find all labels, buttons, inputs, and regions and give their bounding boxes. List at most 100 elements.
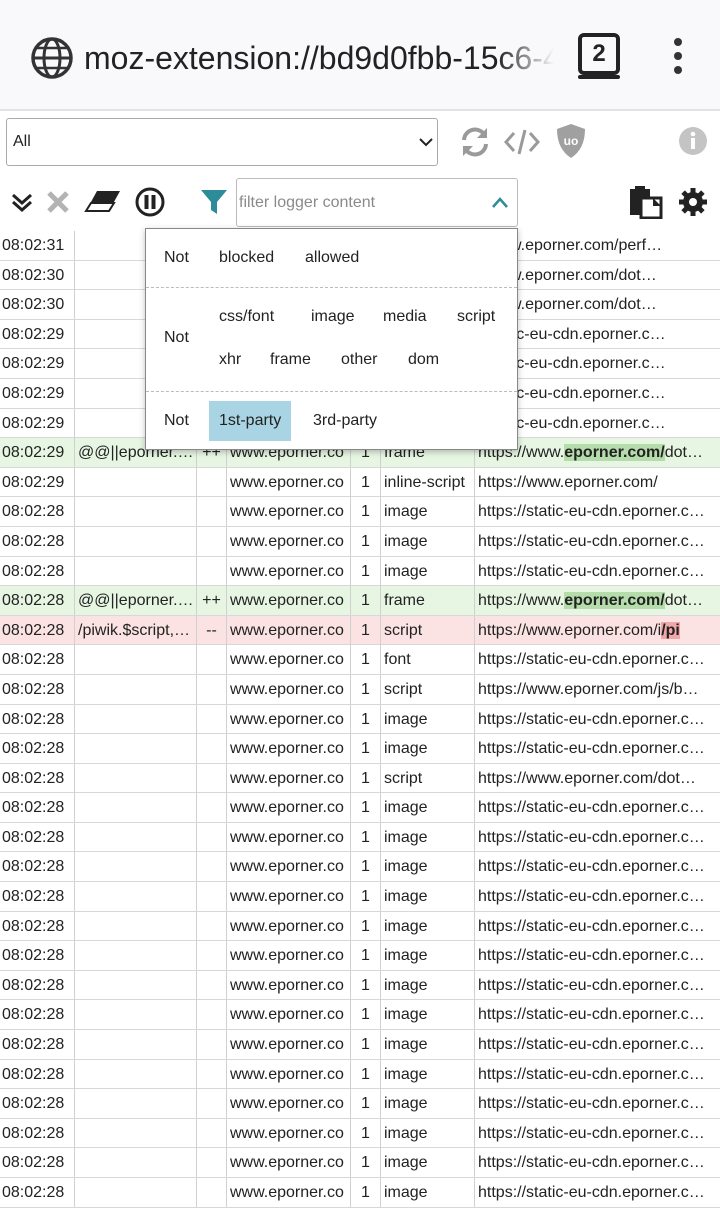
logger-top-bar: All uo — [0, 111, 720, 173]
table-row[interactable]: 08:02:28/piwik.$script,… -- www.eporner.co… — [0, 615, 720, 646]
filter-option-dom[interactable]: dom — [398, 340, 449, 380]
filter-option-css-font[interactable]: css/font — [209, 297, 284, 337]
cell-type: image — [380, 1178, 474, 1207]
clipboard-copy-icon[interactable] — [628, 185, 664, 219]
table-row[interactable]: 08:02:28 www.eporner.co 1 script https://www… — [0, 763, 720, 794]
not-toggle-type[interactable]: Not — [154, 318, 199, 358]
not-toggle-status[interactable]: Not — [154, 238, 199, 278]
filter-option-other[interactable]: other — [331, 340, 387, 380]
cell-party: 1 — [350, 882, 380, 912]
not-toggle-party[interactable]: Not — [154, 401, 199, 441]
cell-filter — [74, 1148, 196, 1178]
cell-party: 1 — [350, 615, 380, 645]
filter-option-script[interactable]: script — [447, 297, 505, 337]
filter-option-3rd-party[interactable]: 3rd-party — [303, 401, 387, 441]
address-bar[interactable]: moz-extension://bd9d0fbb-15c6-4 — [84, 37, 554, 79]
cell-party: 1 — [350, 1089, 380, 1119]
filter-logger-input[interactable] — [237, 179, 477, 226]
eraser-icon[interactable] — [84, 189, 122, 215]
table-row[interactable]: 08:02:28 www.eporner.co 1 image https://stat… — [0, 822, 720, 853]
cell-type: inline-script — [380, 467, 474, 497]
cell-result — [196, 526, 226, 556]
cell-result — [196, 1118, 226, 1148]
table-row[interactable]: 08:02:28 www.eporner.co 1 image https://stat… — [0, 734, 720, 764]
cell-result — [196, 704, 226, 734]
table-row[interactable]: 08:02:28 www.eporner.co 1 image https://stat… — [0, 497, 720, 527]
table-row[interactable]: 08:02:28 www.eporner.co 1 image https://stat… — [0, 1178, 720, 1208]
table-row[interactable]: 08:02:28 www.eporner.co 1 image https://stat… — [0, 1148, 720, 1178]
cell-party: 1 — [350, 645, 380, 675]
filter-funnel-icon[interactable] — [199, 187, 229, 217]
table-row[interactable]: 08:02:28 www.eporner.co 1 font https://stati… — [0, 645, 720, 675]
table-row[interactable]: 08:02:28 www.eporner.co 1 image https://stat… — [0, 556, 720, 587]
cell-time: 08:02:28 — [2, 651, 65, 669]
table-row[interactable]: 08:02:28 @@||eporner.… ++ www.eporner.co 1 fr… — [0, 586, 720, 616]
cell-context: www.eporner.co — [226, 1118, 350, 1148]
cell-result — [196, 1148, 226, 1178]
cell-url: https://static-eu-cdn.eporner.c… — [474, 970, 720, 1000]
filter-option-allowed[interactable]: allowed — [295, 238, 369, 278]
cell-time: 08:02:28 — [2, 888, 65, 906]
cell-time: 08:02:28 — [2, 799, 65, 817]
pause-icon[interactable] — [135, 187, 165, 217]
cell-url: https://static-eu-cdn.eporner.c… — [474, 911, 720, 941]
filter-option-xhr[interactable]: xhr — [209, 340, 251, 380]
filter-option-image[interactable]: image — [301, 297, 365, 337]
table-row[interactable]: 08:02:28 www.eporner.co 1 image https://stat… — [0, 882, 720, 912]
cell-type: script — [380, 763, 474, 793]
table-row[interactable]: 08:02:28 www.eporner.co 1 image https://stat… — [0, 1000, 720, 1031]
cell-context: www.eporner.co — [226, 852, 350, 882]
cell-result: ++ — [196, 586, 226, 616]
cell-context: www.eporner.co — [226, 586, 350, 616]
double-chevron-down-icon[interactable] — [10, 190, 34, 214]
tab-selector[interactable]: All — [6, 118, 438, 166]
cell-url: https://static-eu-cdn.eporner.c… — [474, 734, 720, 764]
table-row[interactable]: 08:02:29 www.eporner.co 1 inline-script http… — [0, 467, 720, 498]
url-prefix: https://www.eporner.com/i — [478, 621, 662, 639]
cell-filter — [74, 1178, 196, 1207]
reload-icon[interactable] — [458, 126, 492, 158]
cell-type: image — [380, 793, 474, 823]
chevron-up-icon[interactable] — [491, 194, 509, 212]
table-row[interactable]: 08:02:28 www.eporner.co 1 image https://stat… — [0, 526, 720, 557]
table-row[interactable]: 08:02:28 www.eporner.co 1 image https://stat… — [0, 970, 720, 1001]
table-row[interactable]: 08:02:28 www.eporner.co 1 image https://stat… — [0, 1118, 720, 1149]
cell-url: https://www.eporner.com/i/pi — [474, 615, 720, 645]
close-icon[interactable] — [46, 190, 70, 214]
filter-option-1st-party[interactable]: 1st-party — [209, 401, 292, 441]
chevron-down-icon — [419, 138, 433, 147]
filter-logger-field[interactable] — [236, 178, 518, 227]
cell-context: www.eporner.co — [226, 497, 350, 527]
table-row[interactable]: 08:02:28 www.eporner.co 1 image https://stat… — [0, 793, 720, 823]
info-icon[interactable] — [678, 126, 708, 156]
browser-menu-icon[interactable] — [664, 36, 692, 80]
table-row[interactable]: 08:02:28 www.eporner.co 1 image https://stat… — [0, 941, 720, 971]
cell-url: https://static-eu-cdn.eporner.c… — [474, 1000, 720, 1030]
cell-url: https://static-eu-cdn.eporner.c… — [474, 497, 720, 527]
cell-result — [196, 1030, 226, 1060]
filter-option-blocked[interactable]: blocked — [209, 238, 284, 278]
filter-option-frame[interactable]: frame — [260, 340, 321, 380]
code-icon[interactable] — [504, 128, 540, 156]
table-row[interactable]: 08:02:28 www.eporner.co 1 image https://stat… — [0, 1089, 720, 1119]
cell-type: image — [380, 556, 474, 586]
table-row[interactable]: 08:02:28 www.eporner.co 1 image https://stat… — [0, 852, 720, 883]
cell-context: www.eporner.co — [226, 526, 350, 556]
gear-icon[interactable] — [678, 187, 708, 217]
cell-party: 1 — [350, 852, 380, 882]
table-row[interactable]: 08:02:28 www.eporner.co 1 image https://stat… — [0, 1030, 720, 1060]
cell-party: 1 — [350, 970, 380, 1000]
tab-counter-button[interactable]: 2 — [578, 33, 620, 75]
ublock-shield-icon[interactable]: uo — [555, 123, 587, 159]
table-row[interactable]: 08:02:28 www.eporner.co 1 image https://stat… — [0, 704, 720, 735]
cell-url: https://www.eporner.com/dot… — [474, 586, 720, 616]
cell-type: image — [380, 734, 474, 764]
cell-time: 08:02:29 — [2, 325, 65, 343]
table-row[interactable]: 08:02:28 www.eporner.co 1 image https://stat… — [0, 911, 720, 942]
url-suffix: dot… — [664, 592, 703, 610]
cell-party: 1 — [350, 822, 380, 852]
table-row[interactable]: 08:02:28 www.eporner.co 1 image https://stat… — [0, 1059, 720, 1090]
filter-option-media[interactable]: media — [373, 297, 437, 337]
table-row[interactable]: 08:02:28 www.eporner.co 1 script https://www… — [0, 674, 720, 705]
cell-url: https://www.eporner.com/dot… — [474, 763, 720, 793]
